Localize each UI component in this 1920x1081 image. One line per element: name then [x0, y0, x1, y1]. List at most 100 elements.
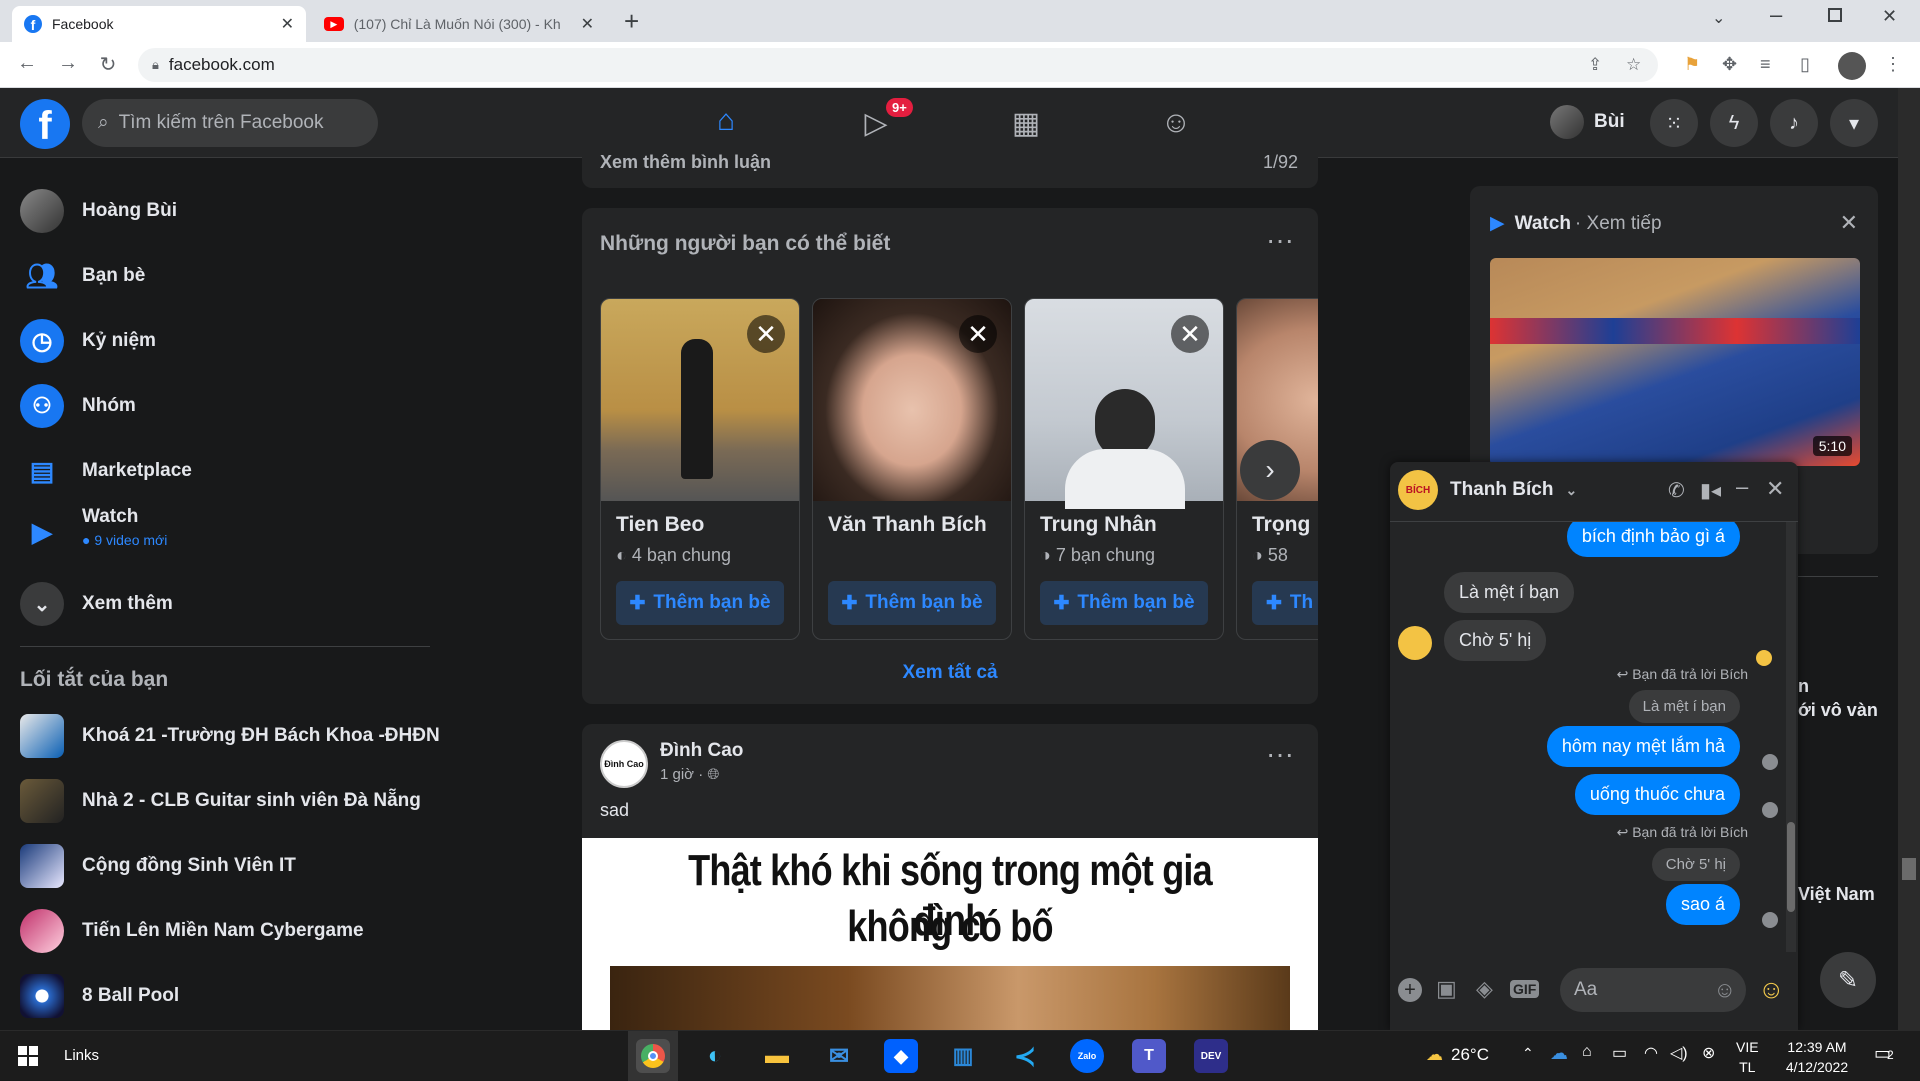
gif-icon[interactable]: GIF — [1510, 980, 1540, 998]
sidebar-item-memories[interactable]: ◷ Kỷ niệm — [20, 315, 156, 367]
maximize-icon[interactable] — [1828, 8, 1842, 22]
share-icon[interactable]: ⇪ — [1588, 55, 1602, 75]
mail-icon[interactable]: ✉ — [822, 1039, 856, 1073]
phone-call-icon[interactable]: ✆ — [1668, 478, 1685, 503]
no-connection-icon[interactable]: ⊗ — [1702, 1043, 1715, 1063]
teams-icon[interactable]: T — [1132, 1039, 1166, 1073]
back-icon[interactable]: ← — [14, 52, 40, 75]
battery-icon[interactable]: ▭ — [1612, 1043, 1627, 1063]
close-icon[interactable]: ✕ — [1840, 210, 1858, 236]
notifications-bell-icon[interactable]: ♪ — [1770, 99, 1818, 147]
post-image[interactable]: Thật khó khi sống trong một gia đình khô… — [582, 838, 1318, 1030]
store-icon[interactable]: ▥ — [946, 1039, 980, 1073]
sidebar-item-see-more[interactable]: ⌄ Xem thêm — [20, 578, 173, 630]
chat-scrollbar[interactable] — [1786, 522, 1796, 952]
minimize-chat-icon[interactable]: – — [1736, 474, 1748, 500]
tab-facebook[interactable]: f Facebook ✕ — [12, 6, 306, 42]
zalo-icon[interactable]: Zalo — [1070, 1039, 1104, 1073]
new-tab-icon[interactable]: + — [624, 6, 639, 37]
sidebar-item-marketplace[interactable]: ▤ Marketplace — [20, 445, 192, 497]
tab-search-icon[interactable]: ⌄ — [1712, 8, 1725, 28]
post-author[interactable]: Đình Cao — [660, 740, 743, 762]
message-list[interactable]: bích định bảo gì á Là mệt í bạn Chờ 5' h… — [1390, 522, 1798, 962]
language-indicator[interactable]: VIE TL — [1736, 1037, 1759, 1077]
device-icon[interactable]: ⌂ — [1582, 1043, 1592, 1061]
sidebar-item-groups[interactable]: ⚇ Nhóm — [20, 380, 136, 432]
forward-icon[interactable]: → — [55, 52, 81, 75]
clock[interactable]: 12:39 AM 4/12/2022 — [1772, 1037, 1862, 1077]
close-chat-icon[interactable]: ✕ — [1766, 476, 1784, 502]
avatar[interactable]: Đình Cao — [600, 740, 648, 788]
add-more-icon[interactable]: + — [1398, 978, 1422, 1002]
close-window-icon[interactable]: ✕ — [1882, 6, 1897, 27]
weather-widget[interactable]: ☁ 26°C — [1426, 1045, 1489, 1065]
close-icon[interactable]: ✕ — [747, 315, 785, 353]
shortcut-item[interactable]: Nhà 2 - CLB Guitar sinh viên Đà Nẵng — [20, 775, 421, 827]
sidebar-item-watch[interactable]: ▶ Watch ● 9 video mới — [20, 506, 167, 558]
search-input[interactable]: ⌕ Tìm kiếm trên Facebook — [82, 99, 378, 147]
add-friend-button[interactable]: ✚ Thêm bạn bè — [828, 581, 996, 625]
extensions-puzzle-icon[interactable]: ✥ — [1722, 54, 1737, 75]
dropbox-icon[interactable]: ◆ — [884, 1039, 918, 1073]
facebook-logo-icon[interactable]: f — [20, 99, 70, 149]
video-call-icon[interactable]: ▮◂ — [1700, 478, 1721, 503]
minimize-icon[interactable]: – — [1770, 2, 1782, 28]
add-friend-button[interactable]: ✚ Thêm bạn bè — [1040, 581, 1208, 625]
onedrive-icon[interactable]: ☁ — [1550, 1043, 1568, 1064]
see-all-link[interactable]: Xem tất cả — [582, 662, 1318, 684]
scrollbar-thumb[interactable] — [1902, 858, 1916, 880]
chat-contact[interactable]: BÍCH Thanh Bích ⌄ — [1398, 470, 1577, 510]
tab-youtube[interactable]: ▶ (107) Chỉ Là Muốn Nói (300) - Kh ✕ — [312, 6, 606, 42]
carousel-next-button[interactable]: › — [1240, 440, 1300, 500]
close-tab-icon[interactable]: ✕ — [581, 14, 594, 34]
file-explorer-icon[interactable]: ▬ — [760, 1039, 794, 1073]
more-options-icon[interactable]: ··· — [1266, 738, 1294, 770]
extension-icon[interactable]: ⚑ — [1684, 54, 1700, 75]
chat-scrollbar-thumb[interactable] — [1787, 822, 1795, 912]
sticker-icon[interactable]: ◈ — [1476, 976, 1493, 1002]
message-input[interactable]: Aa ☺ — [1560, 968, 1746, 1012]
friend-suggestion[interactable]: ✕ Văn Thanh Bích ✚ Thêm bạn bè — [812, 298, 1012, 640]
address-bar[interactable]: 🔒︎ facebook.com ⇪ ☆ — [138, 48, 1658, 82]
menu-kebab-icon[interactable]: ⋮ — [1884, 54, 1902, 75]
add-friend-button[interactable]: ✚ Th — [1252, 581, 1318, 625]
profile-chip[interactable]: Bùi — [1550, 105, 1625, 139]
photo-icon[interactable]: ▣ — [1436, 976, 1457, 1002]
vscode-icon[interactable]: ≺ — [1008, 1039, 1042, 1073]
close-tab-icon[interactable]: ✕ — [281, 14, 294, 34]
shortcut-item[interactable]: Cộng đồng Sinh Viên IT — [20, 840, 296, 892]
shortcut-item[interactable]: Tiến Lên Miền Nam Cybergame — [20, 905, 364, 957]
volume-icon[interactable]: ◁) — [1670, 1043, 1688, 1063]
notification-center-icon[interactable]: ▭2 — [1874, 1043, 1894, 1064]
links-toolbar[interactable]: Links — [64, 1047, 99, 1064]
page-scrollbar[interactable] — [1898, 88, 1920, 1030]
more-comments-link[interactable]: Xem thêm bình luận — [600, 152, 771, 173]
friend-suggestion[interactable]: ✕ Tien Beo ◐ 4 bạn chung ✚ Thêm bạn bè — [600, 298, 800, 640]
profile-avatar[interactable] — [1838, 52, 1866, 80]
messenger-icon[interactable]: ϟ — [1710, 99, 1758, 147]
emoji-reaction-icon[interactable]: ☺ — [1758, 974, 1785, 1005]
edge-icon[interactable]: ◐ — [698, 1039, 732, 1073]
account-dropdown-icon[interactable]: ▾ — [1830, 99, 1878, 147]
friend-suggestion[interactable]: ✕ Trung Nhân ◑ 7 bạn chung ✚ Thêm bạn bè — [1024, 298, 1224, 640]
reload-icon[interactable]: ↻ — [95, 52, 121, 77]
more-options-icon[interactable]: ··· — [1266, 224, 1294, 256]
menu-grid-icon[interactable]: ⁙ — [1650, 99, 1698, 147]
emoji-icon[interactable]: ☺ — [1714, 977, 1736, 1003]
sidebar-item-profile[interactable]: Hoàng Bùi — [20, 185, 177, 237]
tray-chevron-icon[interactable]: ⌃ — [1522, 1045, 1534, 1062]
bookmark-star-icon[interactable]: ☆ — [1626, 55, 1641, 75]
new-message-button[interactable]: ✎ — [1820, 952, 1876, 1008]
media-control-icon[interactable]: ≡ — [1760, 54, 1771, 75]
shortcut-item[interactable]: 8 Ball Pool — [20, 970, 179, 1022]
wifi-icon[interactable]: ◠ — [1644, 1043, 1658, 1063]
sidebar-item-friends[interactable]: 👥︎ Bạn bè — [20, 250, 145, 302]
close-icon[interactable]: ✕ — [1171, 315, 1209, 353]
video-thumbnail[interactable]: 5:10 — [1490, 258, 1860, 466]
dev-icon[interactable]: DEV — [1194, 1039, 1228, 1073]
close-icon[interactable]: ✕ — [959, 315, 997, 353]
add-friend-button[interactable]: ✚ Thêm bạn bè — [616, 581, 784, 625]
shortcut-item[interactable]: Khoá 21 -Trường ĐH Bách Khoa -ĐHĐN — [20, 710, 440, 762]
windows-start-icon[interactable] — [18, 1046, 38, 1066]
side-panel-icon[interactable]: ▯ — [1800, 54, 1810, 75]
